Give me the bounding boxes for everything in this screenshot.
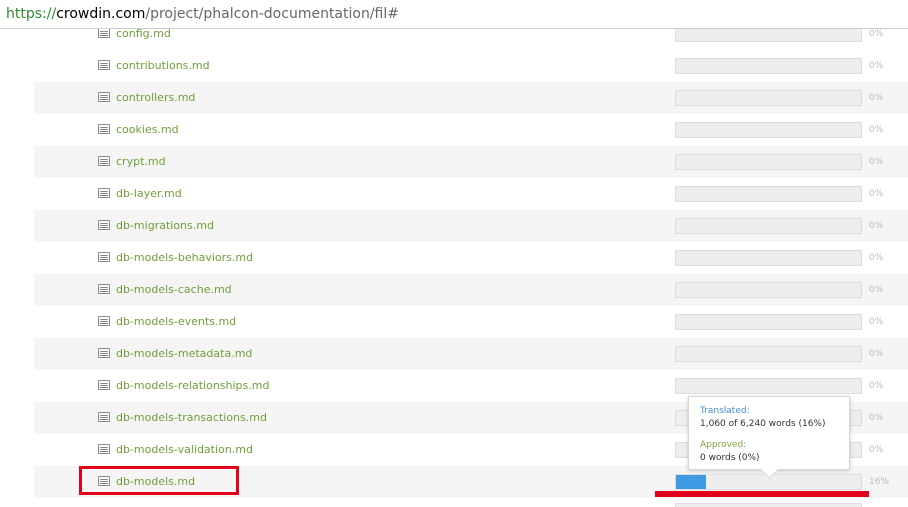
progress-percent: 0% <box>869 93 884 103</box>
file-row: db-models-events.md 0% <box>34 306 908 338</box>
file-link[interactable]: db-models-validation.md <box>116 434 253 466</box>
file-link[interactable]: db-models-behaviors.md <box>116 242 253 274</box>
progress-percent: 0% <box>869 61 884 71</box>
progress-percent: 0% <box>869 157 884 167</box>
progress-bar <box>675 58 862 74</box>
tooltip-approved-label: Approved: <box>700 440 747 450</box>
progress-percent: 0% <box>869 381 884 391</box>
progress-percent: 0% <box>869 317 884 327</box>
tooltip-approved-value: 0 words (0%) <box>700 453 760 463</box>
progress-percent: 16% <box>869 477 890 487</box>
file-row: controllers.md 0% <box>34 82 908 114</box>
progress-bar <box>675 378 862 394</box>
progress-percent: 0% <box>869 125 884 135</box>
file-icon <box>98 28 110 38</box>
progress-percent: 0% <box>869 285 884 295</box>
file-row: db-models-cache.md 0% <box>34 274 908 306</box>
tooltip-translated-value: 1,060 of 6,240 words (16%) <box>700 419 826 429</box>
file-link[interactable]: crypt.md <box>116 146 166 178</box>
file-icon <box>98 348 110 358</box>
progress-fill <box>676 475 706 489</box>
progress-percent: 0% <box>869 413 884 423</box>
progress-bar <box>675 282 862 298</box>
highlight-box <box>79 466 239 495</box>
file-row: db-models-behaviors.md 0% <box>34 242 908 274</box>
file-icon <box>98 156 110 166</box>
url-scheme: https:// <box>6 6 57 22</box>
file-link[interactable]: contributions.md <box>116 50 210 82</box>
progress-bar <box>675 90 862 106</box>
file-link[interactable]: db-models-relationships.md <box>116 370 269 402</box>
file-icon <box>98 284 110 294</box>
file-icon <box>98 124 110 134</box>
file-icon <box>98 380 110 390</box>
file-link[interactable]: db-models-transactions.md <box>116 402 267 434</box>
file-link[interactable]: db-migrations.md <box>116 210 214 242</box>
file-row: contributions.md 0% <box>34 50 908 82</box>
url-path: /project/phalcon-documentation/fil# <box>145 6 399 22</box>
file-row: db-models-metadata.md 0% <box>34 338 908 370</box>
file-link[interactable]: db-layer.md <box>116 178 182 210</box>
highlight-underline <box>655 491 869 497</box>
progress-bar <box>675 314 862 330</box>
progress-bar <box>675 154 862 170</box>
progress-bar <box>675 250 862 266</box>
progress-bar <box>675 122 862 138</box>
file-icon <box>98 252 110 262</box>
address-bar[interactable]: https://crowdin.com/project/phalcon-docu… <box>0 0 908 29</box>
file-link[interactable]: db-models-cache.md <box>116 274 232 306</box>
progress-percent: 0% <box>869 253 884 263</box>
file-link[interactable]: cookies.md <box>116 114 179 146</box>
file-icon <box>98 188 110 198</box>
file-row: cookies.md 0% <box>34 114 908 146</box>
url-domain: crowdin.com <box>56 6 146 22</box>
file-link[interactable]: db-models-metadata.md <box>116 338 252 370</box>
progress-bar <box>675 186 862 202</box>
file-row: db-migrations.md 0% <box>34 210 908 242</box>
tooltip-translated-label: Translated: <box>700 406 750 416</box>
file-link[interactable]: db-models-events.md <box>116 306 236 338</box>
file-link[interactable]: controllers.md <box>116 82 195 114</box>
progress-percent: 0% <box>869 189 884 199</box>
progress-bar <box>675 346 862 362</box>
progress-bar <box>675 218 862 234</box>
file-icon <box>98 60 110 70</box>
file-icon <box>98 444 110 454</box>
file-icon <box>98 316 110 326</box>
progress-percent: 0% <box>869 349 884 359</box>
progress-bar <box>675 503 862 507</box>
file-icon <box>98 412 110 422</box>
progress-percent: 0% <box>869 221 884 231</box>
file-row: crypt.md 0% <box>34 146 908 178</box>
progress-tooltip: Translated: 1,060 of 6,240 words (16%) A… <box>688 396 850 470</box>
progress-percent: 0% <box>869 445 884 455</box>
file-icon <box>98 92 110 102</box>
file-row: db-layer.md 0% <box>34 178 908 210</box>
file-icon <box>98 220 110 230</box>
